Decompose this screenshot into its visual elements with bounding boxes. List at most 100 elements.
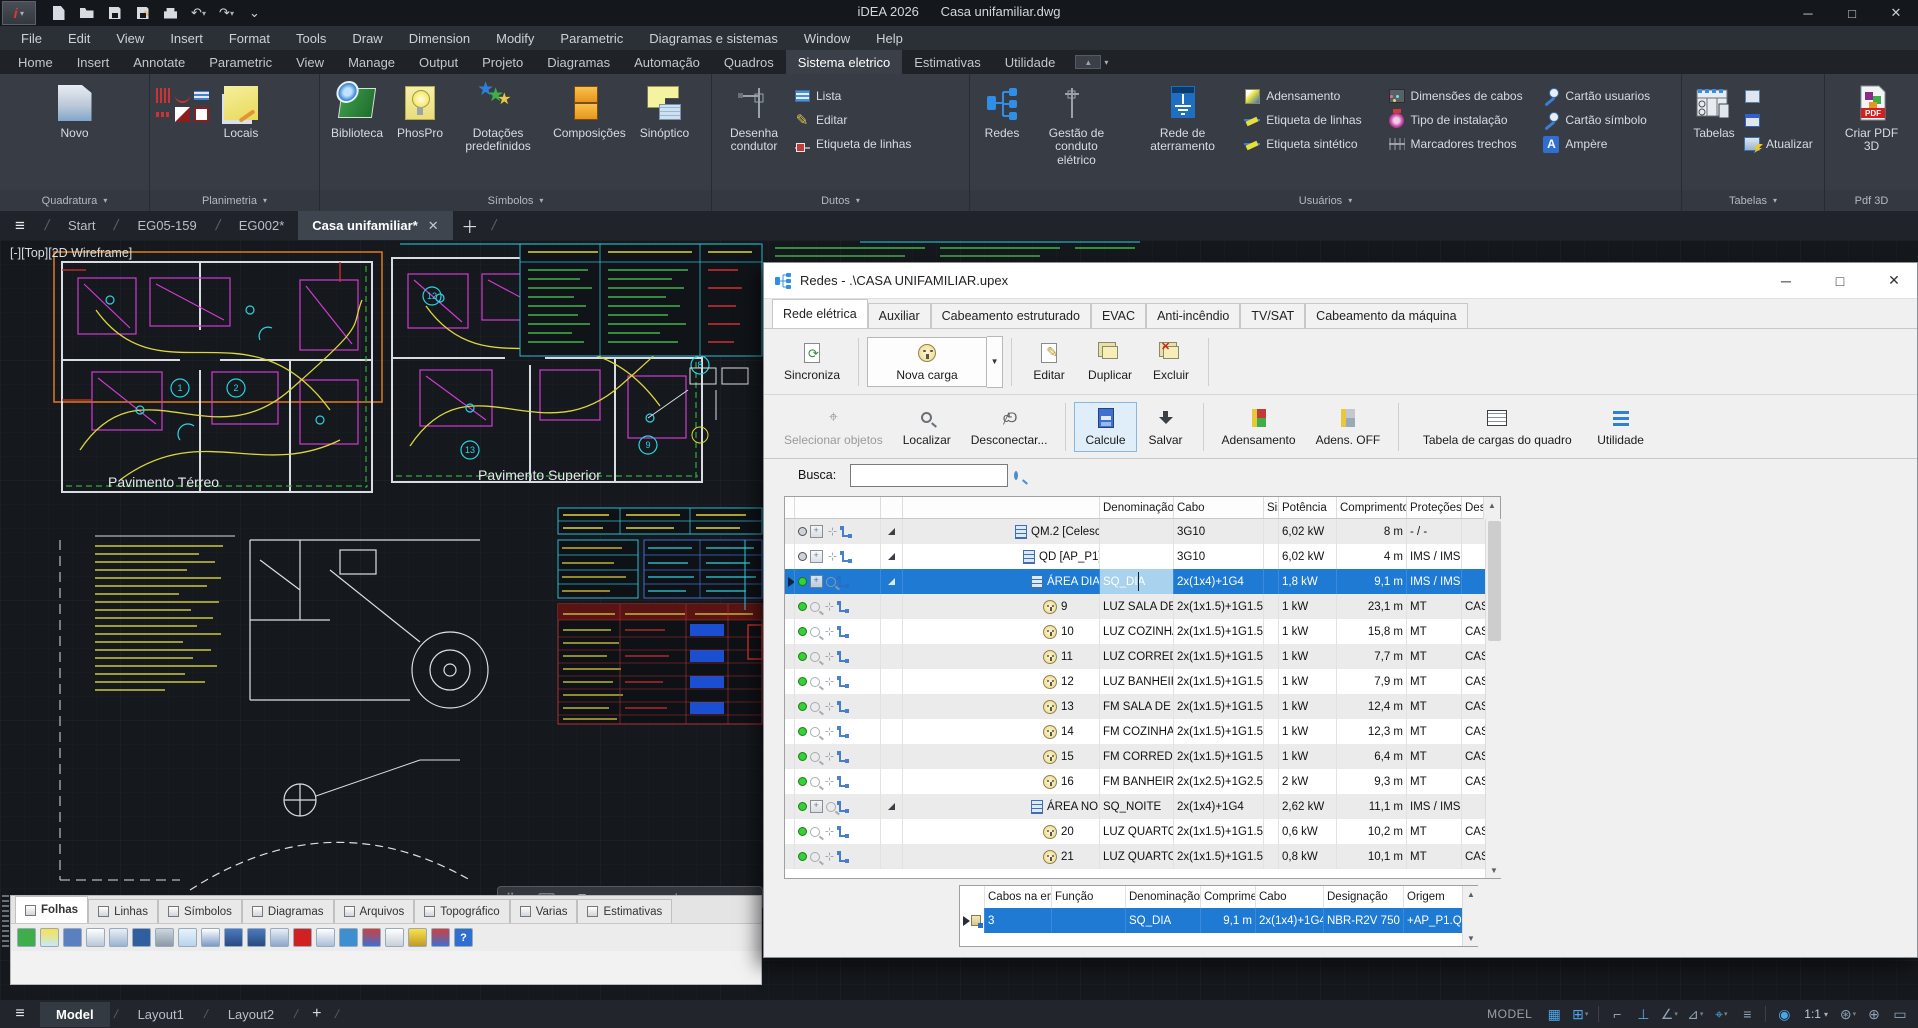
- box-icon[interactable]: [810, 800, 823, 813]
- doc-tab-eg002[interactable]: EG002*: [225, 211, 299, 240]
- open-file-button[interactable]: [74, 2, 99, 24]
- model-space-badge[interactable]: MODEL: [1487, 1007, 1532, 1021]
- tabela-export-button[interactable]: [1744, 86, 1813, 106]
- col-denominacao2[interactable]: Denominação: [1126, 886, 1201, 908]
- connect-icon[interactable]: [839, 777, 849, 787]
- connect-icon[interactable]: [839, 802, 849, 812]
- magnifier-icon[interactable]: [810, 702, 820, 712]
- ribbon-options-button[interactable]: ▲▾: [1075, 50, 1108, 74]
- tab-auxiliar[interactable]: Auxiliar: [868, 303, 931, 328]
- ribbon-tab-estimativas[interactable]: Estimativas: [902, 50, 992, 74]
- undo-sheet-button[interactable]: [224, 928, 243, 947]
- blue-lines-icon[interactable]: [194, 91, 209, 100]
- table-row[interactable]: ⊹ 15 FM CORREDOR2x(1x1.5)+1G1.5 1 kW6,4 …: [785, 744, 1485, 769]
- panel-label-usuarios[interactable]: Usuários▾: [970, 190, 1681, 211]
- new-layout-button[interactable]: +: [302, 1005, 331, 1023]
- expand-icon[interactable]: [888, 803, 895, 810]
- col-origem[interactable]: Origem: [1404, 886, 1462, 908]
- sinoptico-button[interactable]: Sinóptico: [635, 82, 694, 142]
- menu-insert[interactable]: Insert: [157, 28, 216, 49]
- half-fill-icon[interactable]: [175, 107, 190, 122]
- col-protecoes[interactable]: Proteções: [1407, 497, 1462, 518]
- etiqueta-sintetico-button[interactable]: Etiqueta sintético: [1244, 134, 1384, 154]
- redo-sheet-button[interactable]: [247, 928, 266, 947]
- pdf-export-button[interactable]: [293, 928, 312, 947]
- selecionar-objetos-button[interactable]: ⌖Selecionar objetos: [774, 403, 893, 451]
- novo-button[interactable]: Novo: [49, 82, 101, 142]
- col-cabo2[interactable]: Cabo: [1256, 886, 1324, 908]
- arc-tool-icon[interactable]: [175, 88, 190, 103]
- table-row[interactable]: ⊹ 11 LUZ CORREDOR2x(1x1.5)+1G1.5 1 kW7,7…: [785, 644, 1485, 669]
- marcadores-trechos-button[interactable]: Marcadores trechos: [1389, 134, 1540, 154]
- expand-icon[interactable]: [888, 578, 895, 585]
- menu-format[interactable]: Format: [216, 28, 283, 49]
- cables-scrollbar[interactable]: ▲ ▼: [1462, 886, 1479, 946]
- magnifier-icon[interactable]: [810, 852, 820, 862]
- plot-button[interactable]: [158, 2, 183, 24]
- menu-help[interactable]: Help: [863, 28, 916, 49]
- menu-parametric[interactable]: Parametric: [547, 28, 636, 49]
- menu-dimension[interactable]: Dimension: [396, 28, 483, 49]
- ribbon-tab-manage[interactable]: Manage: [336, 50, 407, 74]
- dialog-maximize-button[interactable]: □: [1817, 263, 1863, 299]
- cables-table-row[interactable]: 3 SQ_DIA 9,1 m 2x(1x4)+1G4 NBR-R2V 750 V…: [960, 908, 1462, 933]
- menu-diagramas-e-sistemas[interactable]: Diagramas e sistemas: [636, 28, 791, 49]
- menu-view[interactable]: View: [103, 28, 157, 49]
- menu-modify[interactable]: Modify: [483, 28, 547, 49]
- panel-label-quadratura[interactable]: Quadratura▾: [0, 190, 149, 211]
- panel-label-planimetria[interactable]: Planimetria▾: [150, 190, 319, 211]
- layout-tab-layout1[interactable]: Layout1: [122, 1002, 200, 1027]
- col-des[interactable]: Des: [1462, 497, 1483, 518]
- connect-icon[interactable]: [839, 577, 849, 587]
- scroll-down-icon[interactable]: ▼: [1463, 930, 1479, 946]
- ortho-icon[interactable]: ⊥: [1631, 1003, 1655, 1025]
- menu-draw[interactable]: Draw: [339, 28, 395, 49]
- save-as-button[interactable]: ✎: [130, 2, 155, 24]
- ribbon-tab-automacao[interactable]: Automação: [622, 50, 712, 74]
- rede-aterramento-button[interactable]: Rede de aterramento: [1125, 82, 1240, 156]
- ribbon-tab-output[interactable]: Output: [407, 50, 470, 74]
- col-designacao[interactable]: Designação: [1324, 886, 1404, 908]
- magnifier-icon[interactable]: [810, 677, 820, 687]
- new-doc-tab-button[interactable]: ＋: [453, 211, 487, 240]
- minimize-button[interactable]: ─: [1786, 0, 1830, 26]
- attach-button[interactable]: [155, 928, 174, 947]
- app-menu-button[interactable]: i▾: [2, 1, 36, 25]
- crosshair-icon[interactable]: ⊹: [823, 625, 836, 638]
- menu-window[interactable]: Window: [791, 28, 863, 49]
- table-row[interactable]: ⊹ 12 LUZ BANHEIRO2x(1x1.5)+1G1.5 1 kW7,9…: [785, 669, 1485, 694]
- style-button[interactable]: [408, 928, 427, 947]
- new-sheet-button[interactable]: [17, 928, 36, 947]
- dialog-close-button[interactable]: ✕: [1871, 263, 1917, 299]
- ruler-red-icon[interactable]: [156, 112, 171, 117]
- viewport-controls[interactable]: [-][Top][2D Wireframe]: [10, 246, 132, 260]
- magnifier-icon[interactable]: [810, 777, 820, 787]
- magnifier-icon[interactable]: [826, 802, 836, 812]
- composicoes-button[interactable]: Composições: [548, 82, 631, 142]
- atualizar-button[interactable]: Atualizar: [1744, 134, 1813, 154]
- new-file-button[interactable]: [46, 2, 71, 24]
- tab-evac[interactable]: EVAC: [1091, 303, 1146, 328]
- col-denominacao[interactable]: Denominação: [1100, 497, 1174, 518]
- crosshair-icon[interactable]: ⊹: [823, 775, 836, 788]
- search-input[interactable]: [851, 465, 1014, 486]
- ribbon-tab-quadros[interactable]: Quadros: [712, 50, 786, 74]
- crosshair-icon[interactable]: ⊹: [823, 725, 836, 738]
- table-row[interactable]: ⊹ 21 LUZ QUARTO 22x(1x1.5)+1G1.5 0,8 kW1…: [785, 844, 1485, 869]
- connect-icon[interactable]: [839, 627, 849, 637]
- table-tools-button[interactable]: [362, 928, 381, 947]
- gestao-conduto-button[interactable]: Gestão de conduto elétrico: [1032, 82, 1121, 169]
- adensamento-button-dialog[interactable]: Adensamento: [1212, 403, 1306, 451]
- table-row[interactable]: ⊹ 14 FM COZINHA2x(1x1.5)+1G1.5 1 kW12,3 …: [785, 719, 1485, 744]
- dialog-minimize-button[interactable]: ─: [1763, 263, 1809, 299]
- tab-anti-incendio[interactable]: Anti-incêndio: [1146, 303, 1240, 328]
- tab-folhas[interactable]: Folhas: [15, 896, 88, 923]
- magnifier-icon[interactable]: [810, 602, 820, 612]
- tab-linhas[interactable]: Linhas: [88, 899, 158, 923]
- locais-button[interactable]: Locais: [215, 82, 267, 142]
- frame-icon[interactable]: [194, 107, 209, 122]
- connect-icon[interactable]: [839, 602, 849, 612]
- table-row[interactable]: ⊹ 13 FM SALA DE ESTA2x(1x1.5)+1G1.5 1 kW…: [785, 694, 1485, 719]
- magnifier-icon[interactable]: [810, 727, 820, 737]
- etiqueta-de-linhas-button[interactable]: Etiqueta de linhas: [1244, 110, 1384, 130]
